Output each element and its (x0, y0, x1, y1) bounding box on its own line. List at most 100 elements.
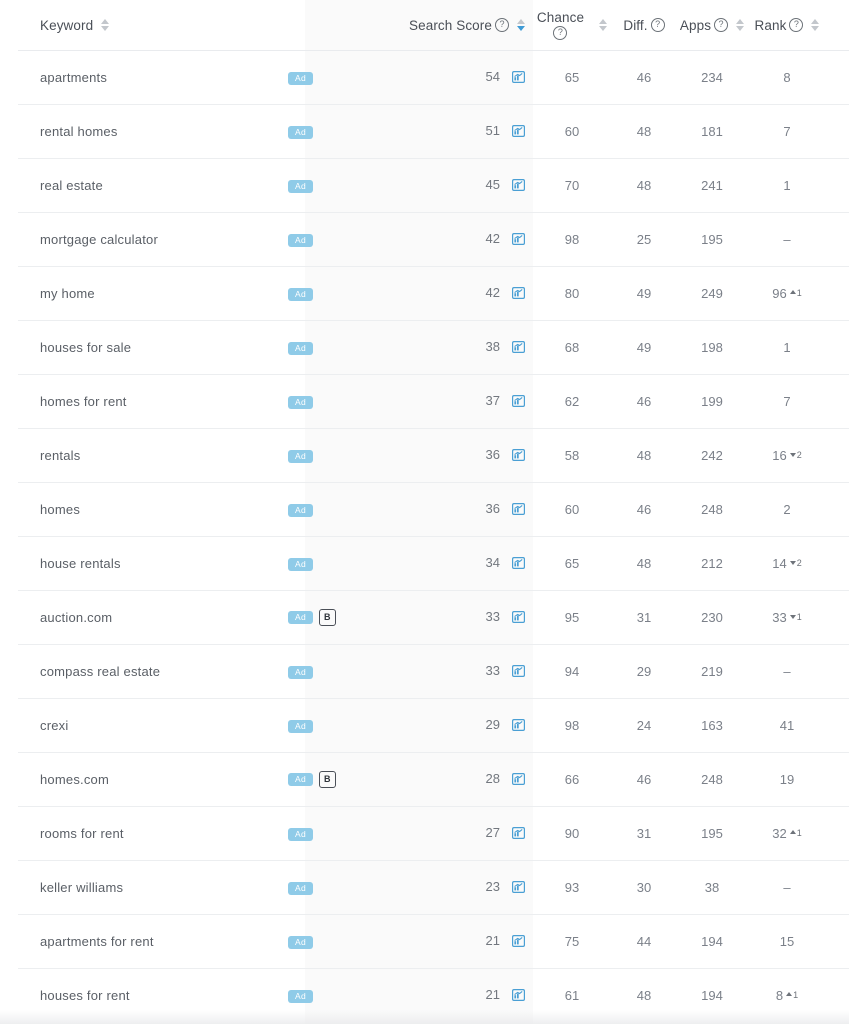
table-row[interactable]: apartments Ad 54 65 46 234 8 (18, 50, 849, 105)
brand-badge[interactable]: B (319, 771, 336, 788)
cell-overflow (827, 860, 849, 915)
help-icon-apps[interactable]: ? (714, 18, 729, 32)
trend-chart-icon[interactable] (512, 773, 526, 788)
cell-keyword[interactable]: homes.com (18, 752, 288, 807)
cell-keyword[interactable]: rentals (18, 428, 288, 483)
ad-badge[interactable]: Ad (288, 827, 313, 842)
table-row[interactable]: houses for sale Ad 38 68 49 198 1 (18, 320, 849, 375)
trend-chart-icon[interactable] (512, 233, 526, 248)
cell-keyword[interactable]: houses for rent (18, 969, 288, 1023)
cell-diff: 48 (611, 536, 677, 591)
trend-chart-icon[interactable] (512, 989, 526, 1004)
cell-keyword[interactable]: apartments for rent (18, 914, 288, 969)
table-row[interactable]: homes for rent Ad 37 62 46 199 7 (18, 374, 849, 429)
table-row[interactable]: rentals Ad 36 58 48 242 16 2 (18, 428, 849, 483)
trend-chart-icon[interactable] (512, 179, 526, 194)
cell-keyword[interactable]: rental homes (18, 104, 288, 159)
cell-keyword[interactable]: homes for rent (18, 374, 288, 429)
column-header-rank[interactable]: Rank ? (747, 0, 827, 51)
cell-chance: 65 (533, 536, 611, 591)
cell-keyword[interactable]: keller williams (18, 860, 288, 915)
ad-badge[interactable]: Ad (288, 179, 313, 194)
ad-badge[interactable]: Ad (288, 719, 313, 734)
cell-search-score: 38 (305, 320, 533, 375)
sort-control-search-score[interactable] (517, 19, 525, 31)
help-icon-diff[interactable]: ? (650, 18, 665, 32)
table-row[interactable]: my home Ad 42 80 49 249 96 1 (18, 266, 849, 321)
table-row[interactable]: crexi Ad 29 98 24 163 41 (18, 698, 849, 753)
ad-badge[interactable]: Ad (288, 449, 313, 464)
table-row[interactable]: mortgage calculator Ad 42 98 25 195 – (18, 212, 849, 267)
trend-chart-icon[interactable] (512, 395, 526, 410)
cell-keyword[interactable]: real estate (18, 158, 288, 213)
column-header-chance[interactable]: Chance ? (533, 0, 611, 51)
sort-control-rank[interactable] (811, 19, 820, 31)
trend-chart-icon[interactable] (512, 503, 526, 518)
ad-badge[interactable]: Ad (288, 503, 313, 518)
trend-chart-icon[interactable] (512, 449, 526, 464)
ad-badge[interactable]: Ad (288, 341, 313, 356)
trend-chart-icon[interactable] (512, 611, 526, 626)
trend-chart-icon[interactable] (512, 719, 526, 734)
ad-badge[interactable]: Ad (288, 287, 313, 302)
table-row[interactable]: real estate Ad 45 70 48 241 1 (18, 158, 849, 213)
trend-chart-icon[interactable] (512, 665, 526, 680)
table-row[interactable]: homes Ad 36 60 46 248 2 (18, 482, 849, 537)
ad-badge[interactable]: Ad (288, 71, 313, 86)
table-row[interactable]: keller williams Ad 23 93 30 38 – (18, 860, 849, 915)
ad-badge[interactable]: Ad (288, 665, 313, 680)
ad-badge[interactable]: Ad (288, 395, 313, 410)
arrow-down-icon (789, 615, 796, 619)
table-row[interactable]: rental homes Ad 51 60 48 181 7 (18, 104, 849, 159)
cell-keyword[interactable]: homes (18, 482, 288, 537)
cell-keyword[interactable]: compass real estate (18, 644, 288, 699)
column-header-apps[interactable]: Apps ? (677, 0, 747, 51)
ad-badge[interactable]: Ad (288, 935, 313, 950)
cell-keyword[interactable]: apartments (18, 50, 288, 105)
column-header-diff[interactable]: Diff. ? (611, 0, 677, 51)
table-row[interactable]: compass real estate Ad 33 94 29 219 – (18, 644, 849, 699)
table-row[interactable]: houses for rent Ad 21 61 48 194 8 1 (18, 969, 849, 1023)
ad-badge[interactable]: Ad (288, 772, 313, 787)
trend-chart-icon[interactable] (512, 125, 526, 140)
trend-chart-icon[interactable] (512, 881, 526, 896)
trend-chart-icon[interactable] (512, 341, 526, 356)
trend-chart-icon[interactable] (512, 287, 526, 302)
table-row[interactable]: rooms for rent Ad 27 90 31 195 32 1 (18, 806, 849, 861)
help-icon-chance[interactable]: ? (553, 25, 568, 40)
cell-keyword[interactable]: houses for sale (18, 320, 288, 375)
cell-badges: Ad B (288, 590, 336, 645)
column-header-search-score[interactable]: Search Score ? (305, 0, 533, 51)
cell-keyword[interactable]: crexi (18, 698, 288, 753)
table-row[interactable]: house rentals Ad 34 65 48 212 14 2 (18, 536, 849, 591)
ad-badge[interactable]: Ad (288, 233, 313, 248)
ad-badge[interactable]: Ad (288, 989, 313, 1004)
cell-keyword[interactable]: mortgage calculator (18, 212, 288, 267)
cell-rank: 1 (747, 320, 827, 375)
help-icon-rank[interactable]: ? (789, 18, 804, 32)
sort-control-keyword[interactable] (101, 19, 110, 31)
ad-badge[interactable]: Ad (288, 881, 313, 896)
cell-keyword[interactable]: house rentals (18, 536, 288, 591)
sort-control-apps[interactable] (736, 19, 745, 31)
trend-chart-icon[interactable] (512, 935, 526, 950)
table-row[interactable]: auction.com Ad B 33 95 31 230 33 1 (18, 590, 849, 645)
ad-badge[interactable]: Ad (288, 610, 313, 625)
ad-badge[interactable]: Ad (288, 557, 313, 572)
trend-chart-icon[interactable] (512, 827, 526, 842)
table-row[interactable]: homes.com Ad B 28 66 46 248 19 (18, 752, 849, 807)
table-row[interactable]: apartments for rent Ad 21 75 44 194 15 (18, 914, 849, 969)
help-icon-search-score[interactable]: ? (495, 18, 509, 32)
sort-control-chance[interactable] (599, 18, 608, 31)
rank-value: 7 (783, 394, 791, 409)
cell-keyword[interactable]: auction.com (18, 590, 288, 645)
search-score-value: 36 (485, 447, 500, 462)
cell-keyword[interactable]: my home (18, 266, 288, 321)
column-header-keyword[interactable]: Keyword (18, 0, 288, 51)
trend-chart-icon[interactable] (512, 557, 526, 572)
brand-badge[interactable]: B (319, 609, 336, 626)
trend-chart-icon[interactable] (512, 71, 526, 86)
cell-keyword[interactable]: rooms for rent (18, 806, 288, 861)
ad-badge[interactable]: Ad (288, 125, 313, 140)
trend-chart-icon-svg (512, 773, 526, 786)
